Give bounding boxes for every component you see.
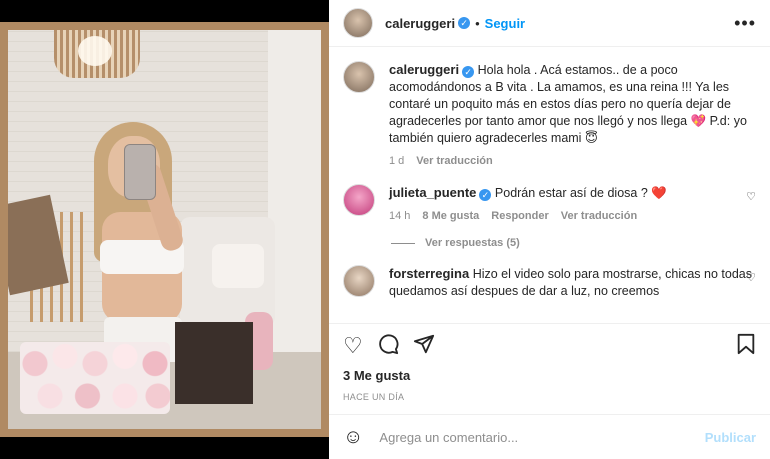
avatar[interactable] bbox=[343, 265, 375, 297]
comment-like-heart-icon[interactable]: ♡ bbox=[746, 190, 756, 203]
translate-link[interactable]: Ver traducción bbox=[416, 153, 492, 170]
bookmark-icon[interactable] bbox=[736, 333, 756, 359]
gift-bag bbox=[175, 322, 253, 404]
replies-divider bbox=[391, 242, 415, 244]
post-header: caleruggeri ✓ • Seguir ••• bbox=[329, 0, 770, 47]
view-replies-label: Ver respuestas (5) bbox=[425, 237, 520, 249]
avatar[interactable] bbox=[343, 184, 375, 216]
phone bbox=[124, 144, 156, 200]
comment-text: Podrán estar así de diosa ? ❤️ bbox=[494, 186, 667, 200]
comment-username[interactable]: julieta_puente bbox=[389, 185, 476, 200]
heart-icon[interactable]: ♡ bbox=[343, 335, 363, 357]
comment-like-heart-icon[interactable]: ♡ bbox=[746, 271, 756, 284]
translate-link[interactable]: Ver traducción bbox=[561, 208, 637, 225]
reply-button[interactable]: Responder bbox=[491, 208, 548, 225]
caption-username[interactable]: caleruggeri bbox=[389, 62, 459, 77]
post-username[interactable]: caleruggeri bbox=[385, 16, 455, 31]
follow-button[interactable]: Seguir bbox=[485, 16, 525, 31]
publish-button[interactable]: Publicar bbox=[705, 430, 756, 445]
verified-badge-icon: ✓ bbox=[462, 66, 475, 78]
verified-badge-icon: ✓ bbox=[479, 189, 492, 201]
comment-icon[interactable] bbox=[377, 333, 399, 359]
more-options-icon[interactable]: ••• bbox=[734, 13, 756, 34]
comment-item: julieta_puente ✓ Podrán estar así de dios… bbox=[343, 184, 756, 225]
rose-box bbox=[20, 342, 170, 414]
comments-list[interactable]: caleruggeri ✓ Hola hola . Acá estamos.. d… bbox=[329, 47, 770, 323]
comment-likes[interactable]: 8 Me gusta bbox=[422, 208, 479, 225]
add-comment-bar: ☺ Publicar bbox=[329, 414, 770, 459]
separator-dot: • bbox=[475, 15, 480, 31]
verified-badge-icon: ✓ bbox=[458, 17, 471, 29]
post-modal: caleruggeri ✓ • Seguir ••• caleruggeri ✓ … bbox=[0, 0, 770, 459]
post-side-panel: caleruggeri ✓ • Seguir ••• caleruggeri ✓ … bbox=[329, 0, 770, 459]
view-replies-button[interactable]: Ver respuestas (5) bbox=[391, 237, 756, 249]
post-photo[interactable] bbox=[0, 0, 329, 459]
emoji-icon[interactable]: ☺ bbox=[343, 426, 363, 449]
comment-username[interactable]: forsterregina bbox=[389, 266, 469, 281]
caption: caleruggeri ✓ Hola hola . Acá estamos.. d… bbox=[343, 61, 756, 170]
post-actions: ♡ bbox=[329, 323, 770, 368]
comment-time: 14 h bbox=[389, 210, 411, 222]
caption-time: 1 d bbox=[389, 155, 405, 167]
posted-time: HACE UN DÍA bbox=[343, 392, 405, 402]
avatar[interactable] bbox=[343, 61, 375, 93]
comment-item: forsterregina Hizo el video solo para mo… bbox=[343, 265, 756, 300]
avatar[interactable] bbox=[343, 8, 373, 38]
photo-scene bbox=[0, 22, 329, 437]
likes-count[interactable]: 3 Me gusta bbox=[329, 368, 770, 388]
comment-input[interactable] bbox=[377, 428, 705, 446]
share-icon[interactable] bbox=[413, 333, 435, 359]
